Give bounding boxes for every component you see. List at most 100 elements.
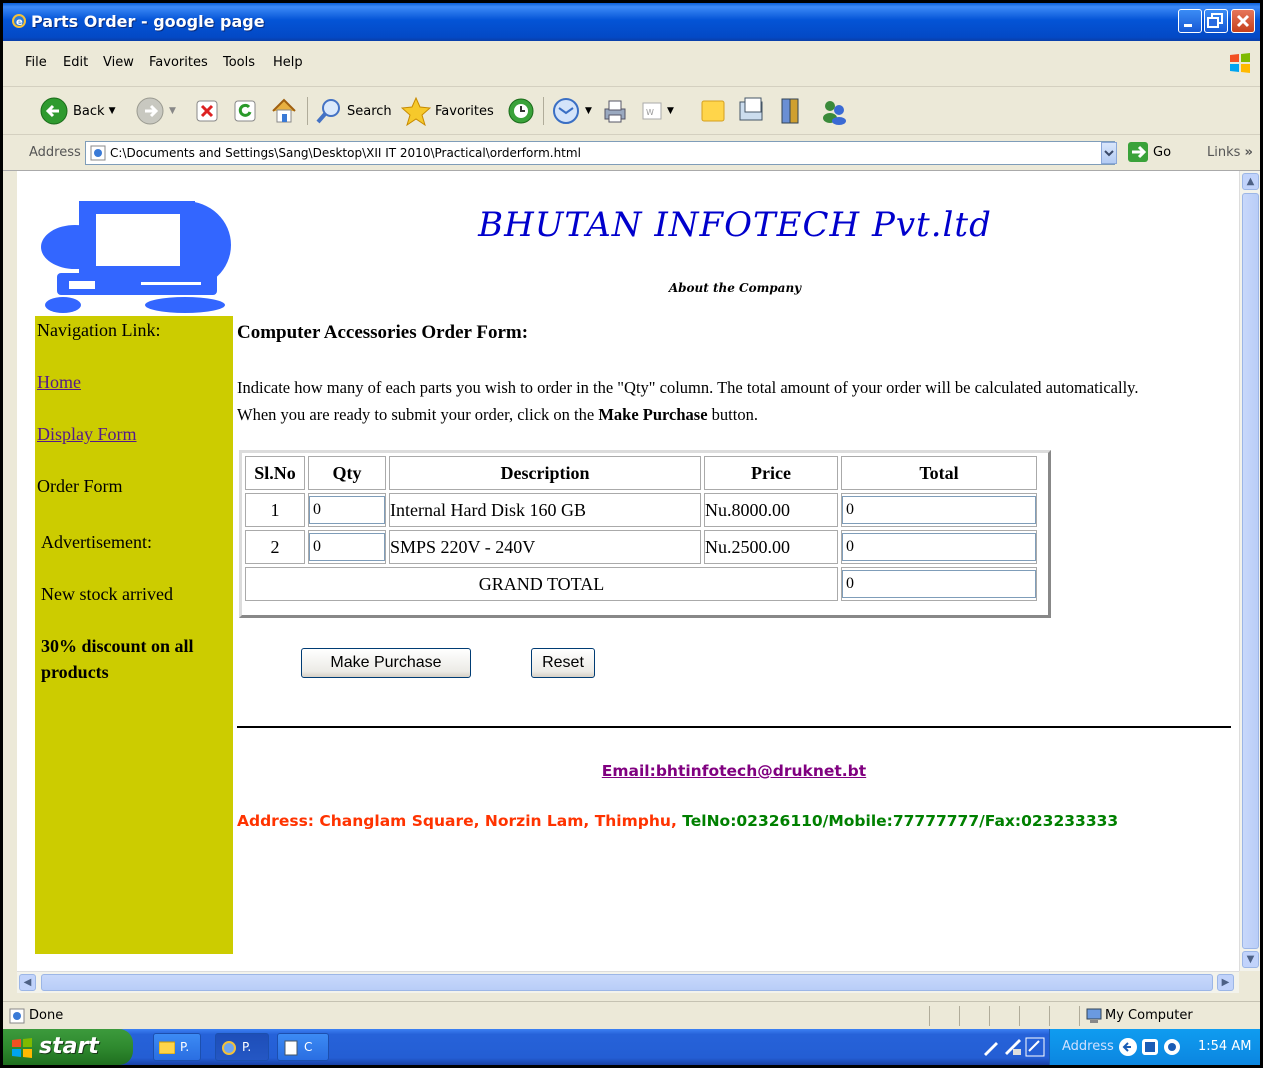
research-button[interactable] bbox=[777, 95, 807, 127]
favorites-button[interactable]: Favorites bbox=[401, 95, 494, 127]
scroll-down-icon[interactable]: ▼ bbox=[1242, 951, 1259, 968]
scroll-thumb[interactable] bbox=[1242, 193, 1259, 949]
chevron-down-icon[interactable]: ▼ bbox=[109, 106, 116, 116]
table-row: 2 SMPS 220V - 240V Nu.2500.00 bbox=[245, 530, 1037, 564]
ad-new-stock: New stock arrived bbox=[41, 584, 173, 604]
search-label: Search bbox=[347, 103, 392, 119]
cell-description: SMPS 220V - 240V bbox=[389, 530, 701, 564]
sidebar-item-display-form[interactable]: Display Form bbox=[37, 424, 137, 444]
email-link[interactable]: Email:bhtinfotech@druknet.bt bbox=[237, 762, 1231, 780]
svg-text:W: W bbox=[646, 108, 654, 117]
print-button[interactable] bbox=[601, 95, 629, 127]
col-description: Description bbox=[389, 456, 701, 490]
task-label: P. bbox=[242, 1040, 252, 1054]
scroll-thumb[interactable] bbox=[41, 974, 1213, 991]
horizontal-scrollbar[interactable]: ◀ ▶ bbox=[17, 971, 1239, 993]
messenger-button[interactable] bbox=[737, 95, 767, 127]
refresh-icon bbox=[234, 100, 256, 122]
chevron-down-icon[interactable]: ▼ bbox=[585, 106, 592, 116]
clock: 1:54 AM bbox=[1198, 1039, 1252, 1054]
stop-button[interactable] bbox=[195, 95, 219, 127]
about-company-link[interactable]: About the Company bbox=[231, 281, 1239, 295]
menu-file[interactable]: File bbox=[25, 55, 47, 70]
scroll-right-icon[interactable]: ▶ bbox=[1217, 974, 1234, 991]
company-banner: BHUTAN INFOTECH Pvt.ltd bbox=[478, 205, 992, 245]
handwriting-icon[interactable] bbox=[1025, 1037, 1045, 1057]
scroll-left-icon[interactable]: ◀ bbox=[19, 974, 36, 991]
menu-favorites[interactable]: Favorites bbox=[149, 55, 208, 70]
go-button[interactable]: Go bbox=[1127, 141, 1171, 163]
advertisement-heading: Advertisement: bbox=[41, 532, 152, 552]
back-button[interactable]: Back ▼ bbox=[39, 95, 115, 127]
col-price: Price bbox=[704, 456, 838, 490]
system-tray: Address 1:54 AM bbox=[1049, 1029, 1260, 1065]
chevron-down-icon[interactable]: ▼ bbox=[667, 106, 674, 116]
links-button[interactable]: Links » bbox=[1207, 145, 1253, 160]
task-item[interactable]: P. bbox=[215, 1033, 269, 1061]
start-button[interactable]: start bbox=[3, 1029, 133, 1065]
reset-button[interactable]: Reset bbox=[531, 648, 595, 678]
chevron-down-icon[interactable]: ▼ bbox=[169, 106, 176, 116]
minimize-icon bbox=[1184, 24, 1192, 27]
refresh-button[interactable] bbox=[233, 95, 257, 127]
start-label: start bbox=[39, 1034, 99, 1059]
favorites-label: Favorites bbox=[435, 103, 494, 119]
document-icon bbox=[284, 1040, 298, 1056]
menu-tools[interactable]: Tools bbox=[223, 55, 255, 70]
instructions-line-2: When you are ready to submit your order,… bbox=[237, 401, 1237, 428]
go-arrow-icon bbox=[1128, 142, 1148, 162]
history-button[interactable] bbox=[507, 95, 535, 127]
users-button[interactable] bbox=[819, 95, 849, 127]
vertical-scrollbar[interactable]: ▲ ▼ bbox=[1239, 171, 1260, 971]
page-viewport: BHUTAN INFOTECH Pvt.ltd About the Compan… bbox=[17, 171, 1239, 971]
qty-input[interactable] bbox=[309, 496, 385, 524]
stop-icon bbox=[196, 100, 218, 122]
menu-view[interactable]: View bbox=[103, 55, 134, 70]
cell-slno: 1 bbox=[245, 493, 305, 527]
grand-total-row: GRAND TOTAL bbox=[245, 567, 1037, 601]
task-item[interactable]: C bbox=[277, 1033, 329, 1061]
mail-button[interactable]: ▼ bbox=[551, 95, 592, 127]
edit-button[interactable]: W ▼ bbox=[641, 95, 674, 127]
status-bar: Done My Computer bbox=[3, 1001, 1260, 1029]
discuss-button[interactable] bbox=[699, 95, 727, 127]
tray-circle-icon[interactable] bbox=[1162, 1037, 1182, 1057]
back-arrow-icon[interactable] bbox=[1118, 1037, 1138, 1057]
tray-app-icon[interactable] bbox=[1140, 1037, 1160, 1057]
home-button[interactable] bbox=[269, 95, 299, 127]
messenger-icon bbox=[739, 97, 763, 121]
menu-edit[interactable]: Edit bbox=[63, 55, 88, 70]
address-dropdown[interactable] bbox=[1101, 142, 1117, 164]
total-field[interactable] bbox=[842, 496, 1036, 524]
pen-icon[interactable] bbox=[981, 1037, 1001, 1057]
menu-help[interactable]: Help bbox=[273, 55, 303, 70]
computer-logo-icon bbox=[41, 201, 231, 313]
page-done-icon bbox=[9, 1008, 25, 1024]
title-bar: e Parts Order - google page bbox=[3, 3, 1260, 41]
cell-slno: 2 bbox=[245, 530, 305, 564]
sidebar-item-order-form: Order Form bbox=[37, 476, 123, 496]
close-button[interactable] bbox=[1231, 9, 1255, 33]
pen-tablet-icon[interactable] bbox=[1003, 1037, 1023, 1057]
scroll-up-icon[interactable]: ▲ bbox=[1242, 173, 1259, 190]
address-text: Address: Changlam Square, Norzin Lam, Th… bbox=[237, 812, 683, 830]
minimize-button[interactable] bbox=[1178, 9, 1202, 33]
forward-button[interactable]: ▼ bbox=[135, 95, 176, 127]
grand-total-field[interactable] bbox=[842, 570, 1036, 598]
search-button[interactable]: Search bbox=[315, 95, 392, 127]
sidebar: Navigation Link: Home Display Form Order… bbox=[35, 316, 233, 954]
address-input[interactable]: C:\Documents and Settings\Sang\Desktop\X… bbox=[85, 141, 1115, 165]
status-text: Done bbox=[29, 1008, 64, 1023]
total-field[interactable] bbox=[842, 533, 1036, 561]
form-title: Computer Accessories Order Form: bbox=[237, 322, 529, 343]
table-header-row: Sl.No Qty Description Price Total bbox=[245, 456, 1037, 490]
book-icon bbox=[781, 98, 799, 124]
qty-input[interactable] bbox=[309, 533, 385, 561]
task-item[interactable]: P. bbox=[153, 1033, 201, 1061]
cell-description: Internal Hard Disk 160 GB bbox=[389, 493, 701, 527]
make-purchase-button[interactable]: Make Purchase bbox=[301, 648, 471, 678]
computer-icon bbox=[1086, 1008, 1102, 1023]
sidebar-item-home[interactable]: Home bbox=[37, 372, 81, 392]
maximize-button[interactable] bbox=[1204, 9, 1228, 33]
page-icon bbox=[90, 145, 106, 161]
